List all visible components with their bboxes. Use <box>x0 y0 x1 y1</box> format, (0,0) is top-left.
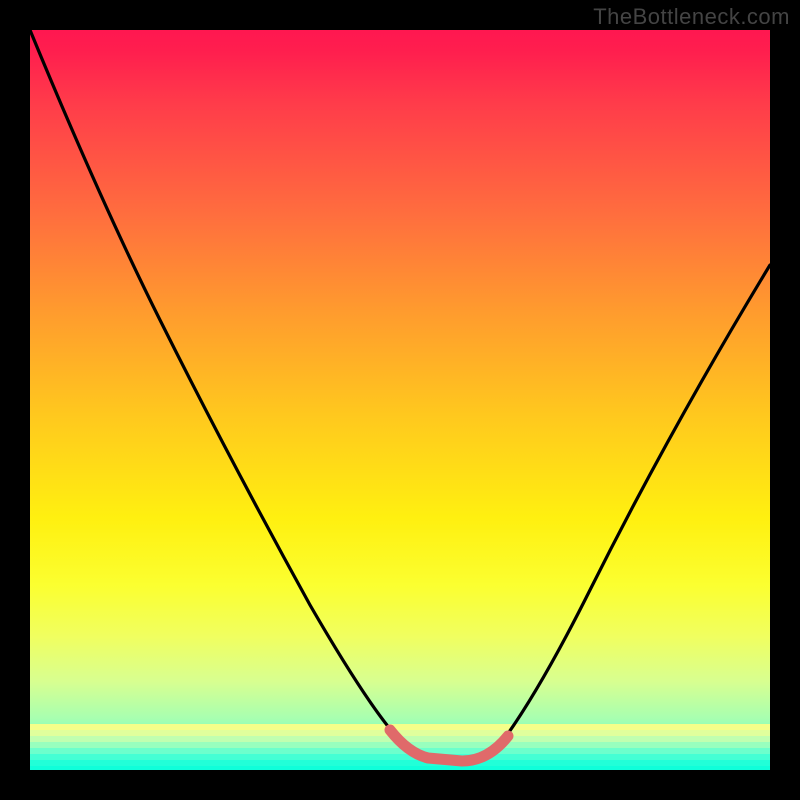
plot-area <box>30 30 770 770</box>
chart-frame: TheBottleneck.com <box>0 0 800 800</box>
bottleneck-curve <box>30 30 770 761</box>
flat-bottom-highlight <box>390 730 508 761</box>
curve-svg <box>30 30 770 770</box>
watermark-text: TheBottleneck.com <box>593 4 790 30</box>
